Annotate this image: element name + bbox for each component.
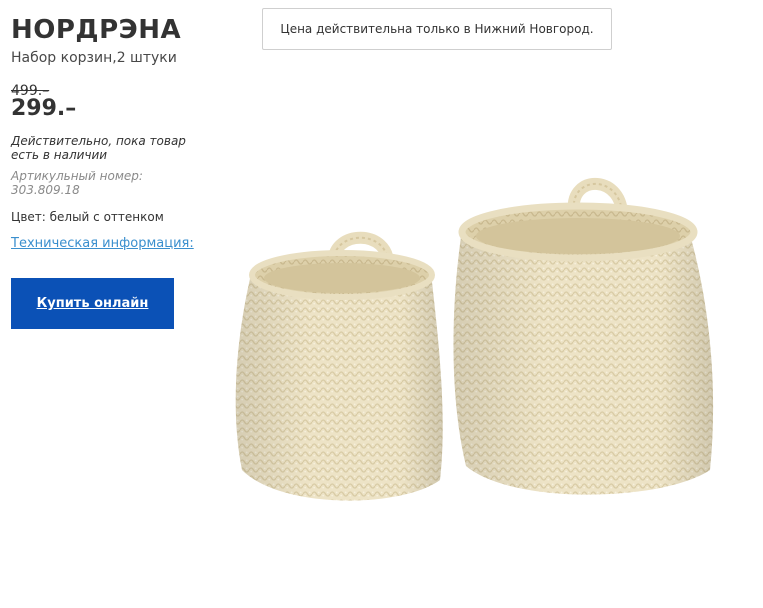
product-image [235,178,714,501]
product-name: НОРДРЭНА [11,15,182,45]
product-description: Набор корзин,2 штуки [11,50,177,66]
article-number: Артикульный номер: 303.809.18 [11,169,143,197]
tech-info-link[interactable]: Техническая информация: [11,236,194,252]
price-validity-notice: Цена действительна только в Нижний Новго… [262,8,612,50]
large-basket [453,178,714,495]
product-info: НОРДРЭНА Набор корзин,2 штуки 499.– 299.… [11,14,211,329]
availability-note: Действительно, пока товар есть в наличии [11,134,186,162]
product-color: Цвет: белый с оттенком [11,210,164,224]
small-basket [235,231,443,501]
buy-online-button[interactable]: Купить онлайн [11,278,174,329]
new-price: 299.– [11,96,77,121]
